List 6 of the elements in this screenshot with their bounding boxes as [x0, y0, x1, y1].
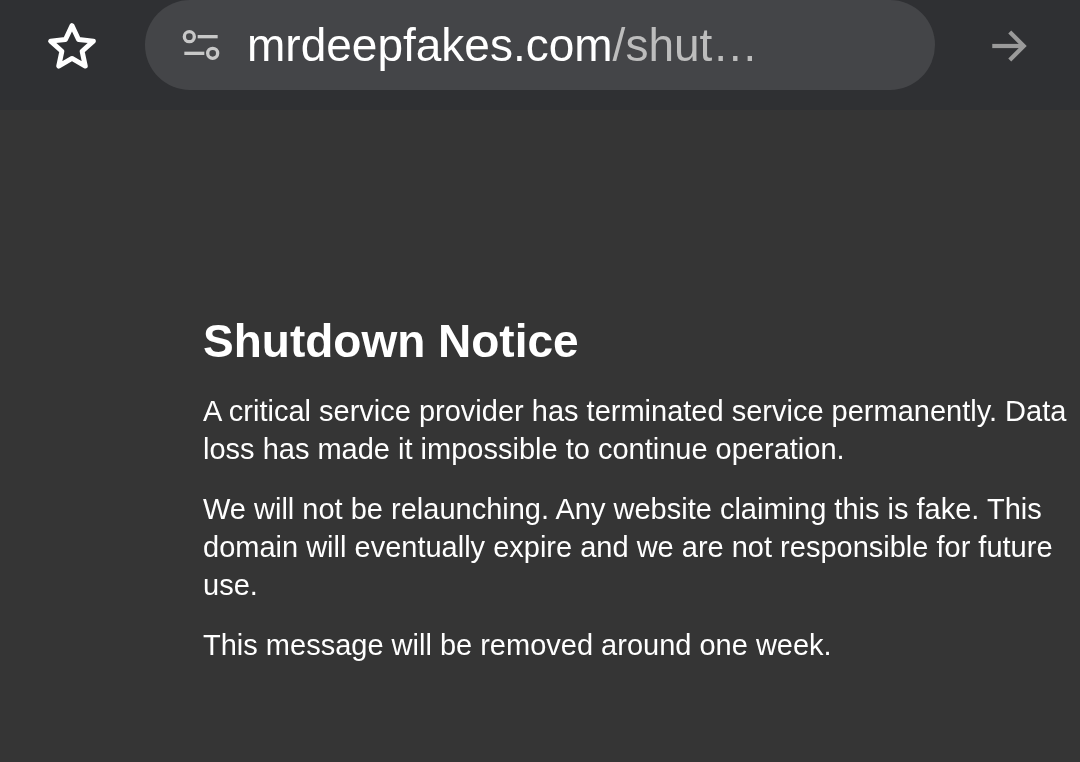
- notice-paragraph: We will not be relaunching. Any website claiming this is fake. This domain will eventually expire and we are not responsible for future use.: [203, 492, 1054, 603]
- address-bar[interactable]: mrdeepfakes.com/shut…: [145, 0, 935, 90]
- notice-paragraph: This message will be removed around one week.: [203, 628, 833, 663]
- notice-paragraph: A critical service provider has terminated service permanently. Data loss has made it impossible to continue operation.: [203, 394, 1068, 467]
- notice-title: Shutdown Notice: [203, 318, 580, 364]
- tune-icon[interactable]: [181, 28, 221, 62]
